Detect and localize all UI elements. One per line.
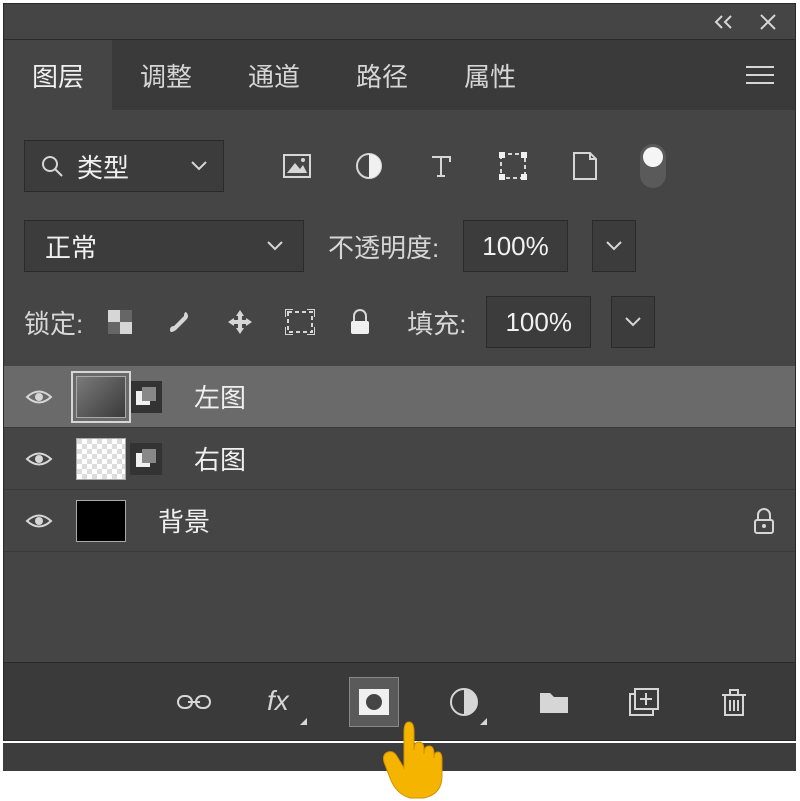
lock-artboard-icon[interactable] <box>283 305 317 339</box>
tab-properties[interactable]: 属性 <box>436 40 544 110</box>
tab-channels[interactable]: 通道 <box>220 40 328 110</box>
layer-name: 背景 <box>158 502 210 539</box>
layer-thumbnail[interactable] <box>76 376 126 418</box>
new-adjustment-layer-button[interactable] <box>439 677 489 727</box>
layer-row[interactable]: 左图 <box>4 366 795 428</box>
lock-transparency-icon[interactable] <box>103 305 137 339</box>
layer-thumbnail-wrap <box>76 500 126 542</box>
panel-tabs: 图层 调整 通道 路径 属性 <box>4 40 795 110</box>
layer-name: 右图 <box>194 440 246 477</box>
opacity-value-text: 100% <box>482 231 549 262</box>
tab-adjustments[interactable]: 调整 <box>112 40 220 110</box>
new-layer-button[interactable] <box>619 677 669 727</box>
blend-row: 正常 不透明度: 100% <box>4 210 795 286</box>
link-layers-button[interactable] <box>169 677 219 727</box>
filter-icons <box>280 144 666 188</box>
lock-paint-icon[interactable] <box>163 305 197 339</box>
filter-type-select[interactable]: 类型 <box>24 140 224 192</box>
visibility-toggle[interactable] <box>24 382 54 412</box>
layer-row[interactable]: 背景 <box>4 490 795 552</box>
filter-shape-icon[interactable] <box>496 149 530 183</box>
lock-row: 锁定: 填充: 100% <box>4 286 795 366</box>
layers-panel: 图层 调整 通道 路径 属性 类型 <box>3 3 796 741</box>
add-mask-button[interactable] <box>349 677 399 727</box>
smart-object-icon <box>130 381 162 413</box>
new-group-button[interactable] <box>529 677 579 727</box>
blend-mode-label: 正常 <box>45 228 97 265</box>
layer-name: 左图 <box>194 378 246 415</box>
tab-layers[interactable]: 图层 <box>4 40 112 110</box>
opacity-value[interactable]: 100% <box>463 220 568 272</box>
tab-label: 调整 <box>140 57 192 94</box>
layer-row[interactable]: 右图 <box>4 428 795 490</box>
delete-layer-button[interactable] <box>709 677 759 727</box>
footer-strip <box>3 743 796 771</box>
svg-text:fx: fx <box>267 686 290 716</box>
layer-thumbnail-wrap <box>76 376 162 418</box>
layer-list: 左图 右图 背景 <box>4 366 795 552</box>
visibility-toggle[interactable] <box>24 444 54 474</box>
dropdown-indicator-icon <box>300 718 307 725</box>
fill-value-text: 100% <box>505 307 572 338</box>
tab-label: 属性 <box>464 57 516 94</box>
opacity-label: 不透明度: <box>328 228 439 265</box>
filter-type-label: 类型 <box>77 148 129 185</box>
hamburger-icon <box>746 65 774 85</box>
fill-value[interactable]: 100% <box>486 296 591 348</box>
filter-smartobject-icon[interactable] <box>568 149 602 183</box>
smart-object-icon <box>130 443 162 475</box>
chevron-down-icon <box>191 161 207 171</box>
tab-label: 路径 <box>356 57 408 94</box>
panel-bottom-toolbar: fx <box>4 662 795 740</box>
lock-position-icon[interactable] <box>223 305 257 339</box>
layer-thumbnail[interactable] <box>76 500 126 542</box>
blend-mode-select[interactable]: 正常 <box>24 220 304 272</box>
visibility-toggle[interactable] <box>24 506 54 536</box>
filter-row: 类型 <box>4 110 795 210</box>
search-icon <box>41 155 63 177</box>
tab-label: 通道 <box>248 57 300 94</box>
panel-titlebar <box>4 4 795 40</box>
filter-toggle[interactable] <box>640 144 666 188</box>
lock-label: 锁定: <box>24 304 83 341</box>
fill-label: 填充: <box>407 304 466 341</box>
collapse-icon[interactable] <box>713 14 735 30</box>
tab-label: 图层 <box>32 57 84 94</box>
filter-pixel-icon[interactable] <box>280 149 314 183</box>
filter-text-icon[interactable] <box>424 149 458 183</box>
fill-dropdown-button[interactable] <box>611 296 655 348</box>
background-lock-icon[interactable] <box>753 508 775 534</box>
close-icon[interactable] <box>759 13 777 31</box>
tab-paths[interactable]: 路径 <box>328 40 436 110</box>
layer-thumbnail-wrap <box>76 438 162 480</box>
layer-thumbnail[interactable] <box>76 438 126 480</box>
dropdown-indicator-icon <box>480 718 487 725</box>
opacity-dropdown-button[interactable] <box>592 220 636 272</box>
filter-adjustment-icon[interactable] <box>352 149 386 183</box>
lock-all-icon[interactable] <box>343 305 377 339</box>
panel-menu-button[interactable] <box>725 40 795 110</box>
chevron-down-icon <box>267 241 283 251</box>
layer-style-button[interactable]: fx <box>259 677 309 727</box>
